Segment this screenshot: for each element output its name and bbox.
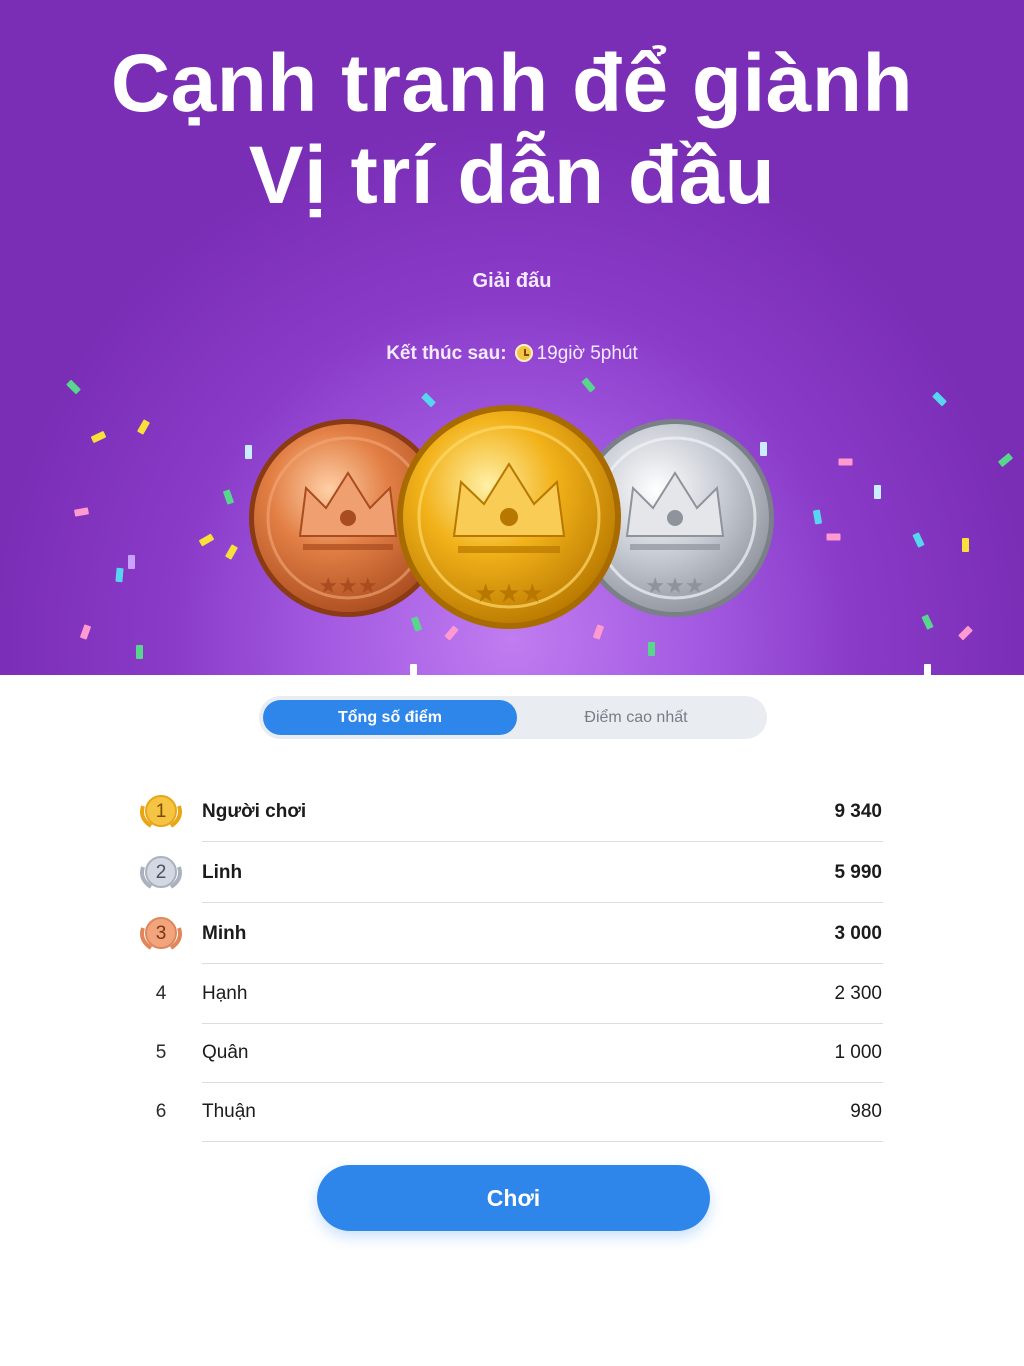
play-button[interactable]: Chơi [317, 1165, 710, 1231]
player-score: 3 000 [834, 923, 882, 944]
player-name: Thuận [202, 1101, 256, 1122]
tab-high-score[interactable]: Điểm cao nhất [509, 700, 763, 735]
player-name: Hạnh [202, 983, 248, 1004]
player-score: 9 340 [834, 801, 882, 822]
leaderboard-row: 2 Linh 5 990 [0, 843, 1024, 903]
headline-line-2: Vị trí dẫn đầu [248, 130, 776, 221]
gold-medal: ★★★ [396, 404, 622, 630]
hero-banner: Cạnh tranh để giành Vị trí dẫn đầu Giải … [0, 0, 1024, 675]
leaderboard-tabs: Tổng số điểm Điểm cao nhất [259, 696, 767, 739]
headline-line-1: Cạnh tranh để giành [110, 38, 914, 129]
svg-text:★★★: ★★★ [318, 574, 377, 599]
rank-number: 3 [155, 923, 167, 944]
row-divider [202, 841, 883, 842]
svg-text:★★★: ★★★ [645, 574, 704, 599]
ends-time: 19giờ 5phút [536, 343, 638, 364]
player-score: 1 000 [834, 1042, 882, 1063]
player-name: Quân [202, 1042, 249, 1063]
league-label: Giải đấu [472, 270, 552, 292]
player-name: Minh [202, 923, 247, 944]
leaderboard-row: 5 Quân 1 000 [0, 1023, 1024, 1083]
tab-total-score[interactable]: Tổng số điểm [263, 700, 517, 735]
row-divider [202, 1141, 883, 1142]
leaderboard-row: 6 Thuận 980 [0, 1082, 1024, 1142]
leaderboard-row: 3 Minh 3 000 [0, 904, 1024, 964]
rank-number: 2 [155, 862, 167, 883]
player-name: Linh [202, 862, 243, 883]
rank-number: 1 [155, 801, 167, 822]
headline: Cạnh tranh để giành Vị trí dẫn đầu [0, 38, 1024, 222]
svg-text:★★★: ★★★ [474, 579, 544, 609]
rank-number: 6 [155, 1101, 167, 1122]
clock-icon [514, 344, 533, 362]
player-name: Người chơi [202, 801, 307, 822]
ends-label: Kết thúc sau: [386, 343, 507, 364]
ends-in-row: Kết thúc sau: 19giờ 5phút [0, 343, 1024, 365]
leaderboard-row: 1 Người chơi 9 340 [0, 782, 1024, 842]
player-score: 2 300 [834, 983, 882, 1004]
player-score: 5 990 [834, 862, 882, 883]
leaderboard-row: 4 Hạnh 2 300 [0, 964, 1024, 1024]
rank-number: 5 [155, 1042, 167, 1063]
row-divider [202, 902, 883, 903]
rank-number: 4 [155, 983, 167, 1004]
player-score: 980 [850, 1101, 882, 1122]
